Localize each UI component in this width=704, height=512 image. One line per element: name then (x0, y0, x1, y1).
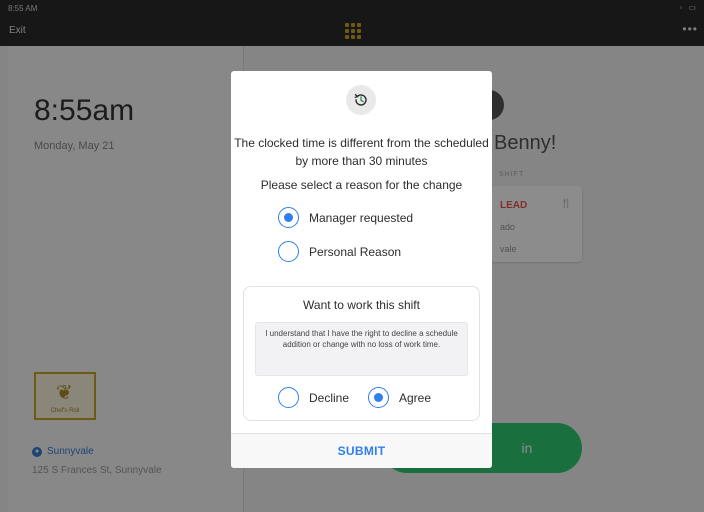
decline-rights-notice: I understand that I have the right to de… (255, 322, 468, 376)
submit-button[interactable]: SUBMIT (231, 433, 492, 468)
reason-option-personal[interactable]: Personal Reason (278, 241, 401, 262)
decline-option[interactable]: Decline (278, 387, 349, 408)
radio-selected-icon[interactable] (368, 387, 389, 408)
reason-label: Manager requested (309, 210, 414, 225)
work-shift-section: Want to work this shift I understand tha… (243, 286, 480, 421)
time-discrepancy-dialog: The clocked time is different from the s… (231, 71, 492, 468)
radio-unselected-icon[interactable] (278, 241, 299, 262)
reason-prompt: Please select a reason for the change (260, 178, 463, 192)
reason-label: Personal Reason (309, 244, 402, 259)
agree-option[interactable]: Agree (368, 387, 431, 408)
agree-label: Agree (399, 390, 432, 405)
radio-selected-icon[interactable] (278, 207, 299, 228)
radio-unselected-icon[interactable] (278, 387, 299, 408)
reason-option-manager[interactable]: Manager requested (278, 207, 413, 228)
work-shift-title: Want to work this shift (303, 298, 420, 312)
history-icon (346, 85, 376, 115)
decline-label: Decline (309, 390, 350, 405)
dialog-message: The clocked time is different from the s… (234, 136, 489, 168)
